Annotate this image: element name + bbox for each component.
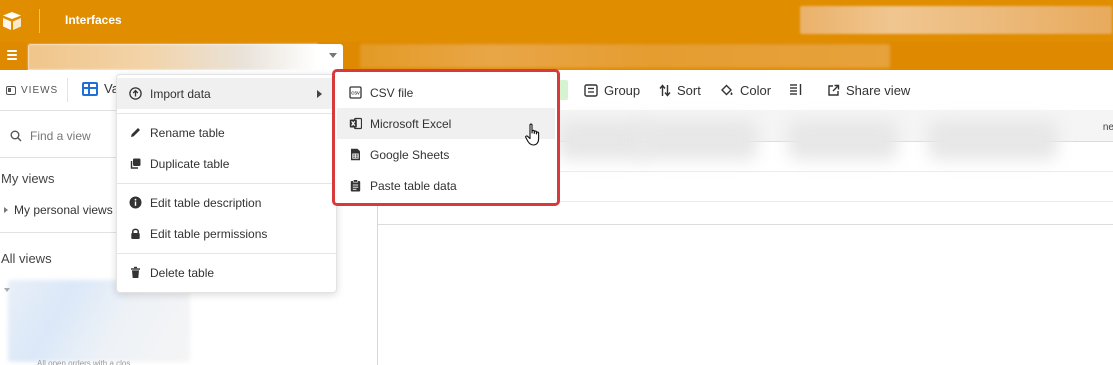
import-data-label: Import data — [150, 87, 211, 101]
interfaces-tab[interactable]: Interfaces — [65, 13, 122, 27]
all-views-heading: All views — [1, 251, 52, 266]
delete-table-label: Delete table — [150, 266, 215, 280]
hamburger-menu-icon[interactable] — [5, 48, 19, 62]
rename-table-item[interactable]: Rename table — [117, 117, 336, 148]
duplicate-table-item[interactable]: Duplicate table — [117, 148, 336, 179]
microsoft-excel-label: Microsoft Excel — [370, 117, 452, 131]
pencil-icon — [131, 128, 140, 137]
app-logo-icon[interactable] — [1, 10, 23, 32]
views-toggle-button[interactable]: VIEWS — [0, 78, 68, 102]
my-personal-views-item[interactable]: My personal views — [4, 203, 113, 217]
redacted-cell — [788, 120, 898, 160]
chevron-down-icon[interactable] — [329, 53, 337, 58]
menu-separator — [117, 113, 336, 114]
sort-label: Sort — [677, 83, 701, 98]
google-sheets-icon — [351, 148, 360, 161]
hand-pointer-cursor-icon — [525, 123, 540, 146]
delete-table-item[interactable]: Delete table — [117, 257, 336, 288]
excel-icon — [349, 117, 362, 130]
color-button[interactable]: Color — [720, 83, 771, 98]
share-view-label: Share view — [846, 83, 911, 98]
csv-file-label: CSV file — [370, 86, 414, 100]
menu-separator — [117, 183, 336, 184]
edit-table-permissions-item[interactable]: Edit table permissions — [117, 218, 336, 249]
edit-table-description-item[interactable]: Edit table description — [117, 187, 336, 218]
sort-button[interactable]: Sort — [659, 83, 701, 98]
paste-table-data-item[interactable]: Paste table data — [337, 170, 555, 201]
duplicate-table-label: Duplicate table — [150, 157, 230, 171]
redacted-cell — [928, 120, 1058, 160]
csv-file-icon: CSV — [349, 86, 362, 99]
view-description: All open orders with a clos — [37, 359, 131, 365]
redacted-cell — [638, 120, 758, 160]
share-icon — [828, 84, 840, 96]
grid-footer-divider — [378, 224, 1113, 225]
google-sheets-item[interactable]: Google Sheets — [337, 139, 555, 170]
submenu-arrow-icon — [317, 90, 322, 98]
redacted-table-name — [28, 44, 318, 70]
topbar-divider — [39, 9, 40, 33]
lock-icon — [131, 228, 140, 239]
redacted-top-region — [800, 6, 1112, 34]
color-label: Color — [740, 83, 772, 98]
row-height-button[interactable] — [789, 83, 803, 96]
clipboard-icon — [350, 179, 361, 192]
edit-table-permissions-label: Edit table permissions — [150, 227, 268, 241]
views-label: VIEWS — [21, 84, 59, 96]
column-header-fragment: ne — [1102, 122, 1113, 133]
microsoft-excel-item[interactable]: Microsoft Excel — [337, 108, 555, 139]
search-icon — [10, 130, 22, 142]
sidebar-toggle-icon — [6, 85, 16, 95]
sort-icon — [659, 84, 671, 97]
top-app-bar: Interfaces — [0, 0, 1113, 42]
row-height-icon — [790, 84, 802, 95]
info-icon — [129, 196, 142, 209]
collapse-arrow-icon[interactable] — [4, 288, 10, 292]
my-personal-views-label: My personal views — [14, 203, 113, 217]
my-views-heading: My views — [1, 171, 55, 186]
active-table-tab[interactable] — [28, 44, 343, 70]
redacted-other-tabs — [360, 44, 890, 68]
rename-table-label: Rename table — [150, 126, 225, 140]
expand-arrow-icon — [4, 207, 8, 213]
table-context-menu: Import data Rename table Duplicate table… — [116, 74, 337, 293]
group-label: Group — [604, 83, 641, 98]
group-icon — [584, 84, 598, 97]
paint-bucket-icon — [721, 84, 733, 96]
import-data-item[interactable]: Import data — [117, 78, 336, 109]
current-view-name[interactable]: Va — [82, 81, 119, 96]
csv-file-item[interactable]: CSV CSV file — [337, 77, 555, 108]
find-view-placeholder: Find a view — [30, 129, 91, 143]
menu-separator — [117, 253, 336, 254]
import-icon — [129, 87, 142, 100]
paste-table-data-label: Paste table data — [370, 179, 457, 193]
trash-icon — [131, 266, 140, 278]
grid-view-icon — [82, 81, 98, 96]
edit-table-description-label: Edit table description — [150, 196, 262, 210]
redacted-cell — [558, 120, 648, 160]
duplicate-icon — [130, 158, 141, 169]
table-tab-bar — [0, 42, 1113, 70]
group-button[interactable]: Group — [584, 83, 640, 98]
google-sheets-label: Google Sheets — [370, 148, 450, 162]
svg-text:CSV: CSV — [351, 91, 360, 96]
share-view-button[interactable]: Share view — [827, 83, 910, 98]
